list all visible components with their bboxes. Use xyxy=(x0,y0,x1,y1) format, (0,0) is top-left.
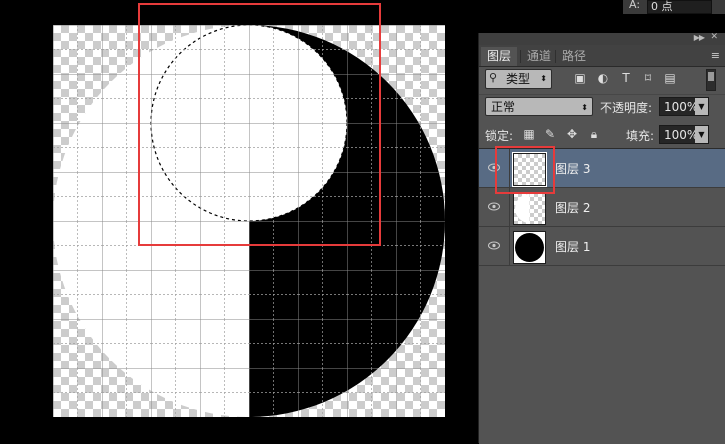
black-circle-thumb xyxy=(515,233,544,262)
layer-name[interactable]: 图层 1 xyxy=(555,238,590,255)
info-value-field[interactable]: 0 点 xyxy=(647,0,712,14)
eye-icon xyxy=(488,163,500,172)
visibility-toggle[interactable] xyxy=(479,188,510,226)
visibility-toggle[interactable] xyxy=(479,227,510,265)
blend-opacity-row: 正常 ⬍ 不透明度: 100% ▼ xyxy=(479,94,725,123)
chevron-down-icon[interactable]: ▼ xyxy=(695,98,708,115)
lock-fill-row: 锁定: ▦ ✎ ✥ 🔒︎ 填充: 100% ▼ xyxy=(479,122,725,148)
chevron-updown-icon: ⬍ xyxy=(581,103,588,112)
adjustment-filter-icon[interactable]: ◐ xyxy=(596,71,610,85)
yin-yang-artwork xyxy=(53,25,445,417)
layer-row-2[interactable]: 图层 2 xyxy=(479,188,725,227)
type-filter-icon[interactable]: T xyxy=(619,71,633,85)
search-icon: ⚲ xyxy=(489,71,498,84)
panel-tabs: 图层 通道 路径 ≡ xyxy=(479,45,725,67)
fill-label: 填充: xyxy=(626,129,655,143)
blend-mode-value: 正常 xyxy=(491,100,516,114)
lock-image-pixels-icon[interactable]: ✎ xyxy=(543,127,557,141)
opacity-field[interactable]: 100% ▼ xyxy=(659,97,709,116)
layer-name[interactable]: 图层 3 xyxy=(555,160,590,177)
tab-paths[interactable]: 路径 xyxy=(556,47,592,66)
tab-layers[interactable]: 图层 xyxy=(481,47,518,66)
chevron-updown-icon: ⬍ xyxy=(540,74,547,83)
lock-position-icon[interactable]: ✥ xyxy=(565,127,579,141)
filter-kind-select[interactable]: ⚲ 类型 ⬍ xyxy=(485,69,552,89)
panel-menu-icon[interactable]: ≡ xyxy=(711,49,720,62)
filter-kind-label: 类型 xyxy=(506,72,531,86)
tab-channels[interactable]: 通道 xyxy=(521,47,557,66)
close-icon[interactable]: ✕ xyxy=(710,32,718,42)
layer-row-1[interactable]: 图层 1 xyxy=(479,227,725,266)
layer-thumbnail[interactable] xyxy=(512,152,547,187)
document-canvas[interactable] xyxy=(53,25,445,417)
layer-name[interactable]: 图层 2 xyxy=(555,199,590,216)
eye-icon xyxy=(488,241,500,250)
chevron-down-icon[interactable]: ▼ xyxy=(695,126,708,143)
lock-label: 锁定: xyxy=(485,129,514,143)
shape-filter-icon[interactable]: ⌑ xyxy=(641,71,655,85)
layer-list: 图层 3 图层 2 图层 1 xyxy=(479,148,725,444)
visibility-toggle[interactable] xyxy=(479,149,510,187)
fill-field[interactable]: 100% ▼ xyxy=(659,125,709,144)
smart-object-filter-icon[interactable]: ▤ xyxy=(663,71,677,85)
layer-thumbnail[interactable] xyxy=(513,231,546,264)
opacity-value: 100% xyxy=(664,100,699,114)
layer-filter-row: ⚲ 类型 ⬍ ▣ ◐ T ⌑ ▤ xyxy=(479,66,725,94)
double-chevron-right-icon[interactable]: ▶▶ xyxy=(694,33,705,42)
fill-value: 100% xyxy=(664,128,699,142)
grid-overlay xyxy=(53,25,445,417)
document-canvas-area[interactable] xyxy=(0,0,478,443)
filter-toggle-switch[interactable] xyxy=(706,69,716,91)
white-half-thumb xyxy=(515,194,530,223)
layer-row-3[interactable]: 图层 3 xyxy=(479,149,725,188)
info-label: A: xyxy=(629,0,641,11)
lock-transparent-pixels-icon[interactable]: ▦ xyxy=(522,127,536,141)
opacity-label: 不透明度: xyxy=(600,101,653,115)
layers-panel: ▶▶ ✕ 图层 通道 路径 ≡ ⚲ 类型 ⬍ ▣ ◐ T ⌑ ▤ 正常 ⬍ 不透… xyxy=(478,32,725,444)
eye-icon xyxy=(488,202,500,211)
layer-thumbnail[interactable] xyxy=(513,192,546,225)
blend-mode-select[interactable]: 正常 ⬍ xyxy=(485,97,593,116)
lock-all-icon[interactable]: 🔒︎ xyxy=(587,127,601,141)
image-filter-icon[interactable]: ▣ xyxy=(573,71,587,85)
